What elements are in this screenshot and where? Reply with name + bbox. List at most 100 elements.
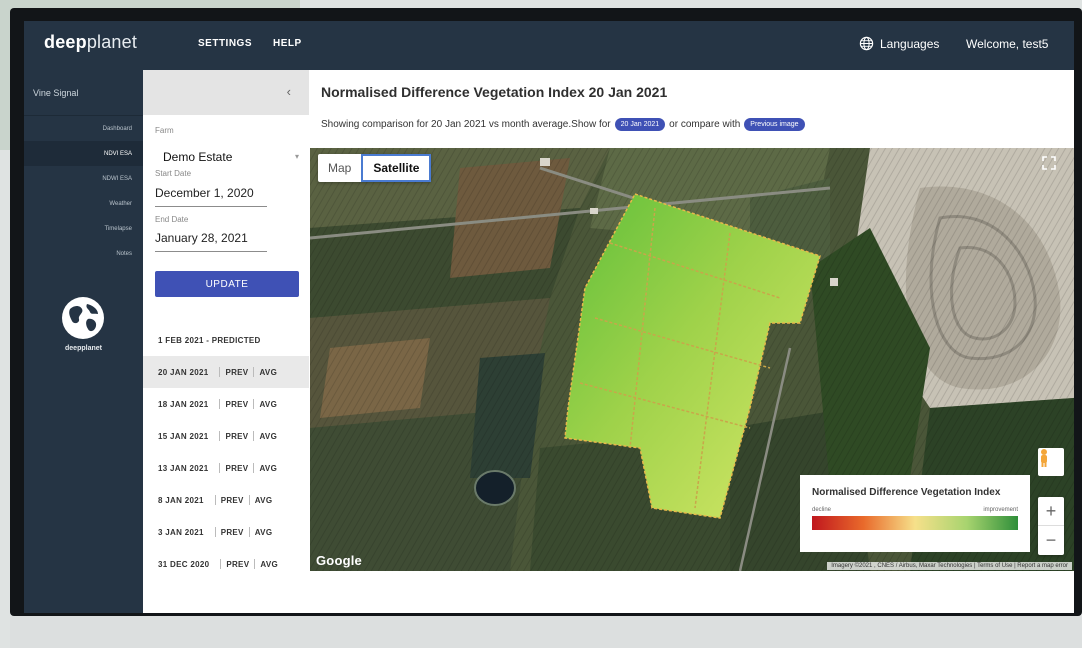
divider: [253, 399, 255, 409]
nav-help[interactable]: HELP: [273, 38, 302, 49]
avg-link[interactable]: AVG: [259, 400, 277, 409]
end-date-label: End Date: [155, 215, 189, 224]
prev-link[interactable]: PREV: [226, 560, 249, 569]
sidebar-title: Vine Signal: [24, 70, 143, 116]
farm-select[interactable]: Demo Estate: [163, 150, 232, 164]
map-attribution[interactable]: Imagery ©2021 , CNES / Airbus, Maxar Tec…: [827, 562, 1072, 570]
sidebar-item-notes[interactable]: Notes: [24, 241, 143, 266]
zoom-out-button[interactable]: −: [1038, 526, 1064, 555]
start-date-label: Start Date: [155, 169, 192, 178]
street-view-pegman-icon[interactable]: [1038, 448, 1064, 476]
date-row[interactable]: 20 JAN 2021 PREV AVG: [143, 356, 309, 388]
satellite-map[interactable]: Map Satellite + − Normalised Difference …: [310, 148, 1074, 571]
update-button[interactable]: UPDATE: [155, 271, 299, 297]
sidebar-item-ndwi-esa[interactable]: NDWI ESA: [24, 166, 143, 191]
map-type-map-button[interactable]: Map: [318, 154, 361, 182]
prev-link[interactable]: PREV: [225, 368, 248, 377]
nav-settings[interactable]: SETTINGS: [198, 38, 252, 49]
end-date-input[interactable]: January 28, 2021: [155, 231, 267, 252]
chevron-left-icon[interactable]: ‹: [287, 84, 291, 99]
date-label[interactable]: 3 JAN 2021: [158, 528, 204, 537]
prev-link[interactable]: PREV: [225, 400, 248, 409]
sidebar-item-ndvi-esa[interactable]: NDVI ESA: [24, 141, 143, 166]
avg-link[interactable]: AVG: [260, 560, 278, 569]
avg-link[interactable]: AVG: [259, 432, 277, 441]
subtitle-mid: or compare with: [669, 119, 741, 130]
date-label[interactable]: 20 JAN 2021: [158, 368, 208, 377]
logo-bold: deep: [44, 32, 87, 52]
divider: [214, 495, 216, 505]
divider: [219, 367, 221, 377]
deepplanet-globe-icon: [62, 297, 104, 339]
map-type-control: Map Satellite: [318, 154, 432, 182]
google-logo: Google: [316, 553, 362, 568]
date-row[interactable]: 18 JAN 2021 PREV AVG: [143, 388, 309, 420]
divider: [219, 463, 221, 473]
divider: [219, 431, 221, 441]
legend-color-bar: [812, 516, 1018, 530]
divider: [253, 463, 255, 473]
start-date-input[interactable]: December 1, 2020: [155, 186, 267, 207]
panel-header: ‹: [143, 70, 309, 115]
date-label[interactable]: 31 DEC 2020: [158, 560, 209, 569]
divider: [219, 399, 221, 409]
sidebar-logo-text: deepplanet: [65, 345, 102, 352]
prev-link[interactable]: PREV: [221, 528, 244, 537]
divider: [253, 367, 255, 377]
avg-link[interactable]: AVG: [255, 496, 273, 505]
divider: [220, 559, 222, 569]
divider: [254, 559, 256, 569]
prev-link[interactable]: PREV: [221, 496, 244, 505]
avg-link[interactable]: AVG: [259, 368, 277, 377]
avg-link[interactable]: AVG: [255, 528, 273, 537]
sidebar-menu: Dashboard NDVI ESA NDWI ESA Weather Timelaps…: [24, 116, 143, 266]
date-label[interactable]: 13 JAN 2021: [158, 464, 208, 473]
languages-button[interactable]: Languages: [859, 36, 939, 51]
legend-title: Normalised Difference Vegetation Index: [812, 487, 1001, 498]
predicted-date[interactable]: 1 FEB 2021 - PREDICTED: [158, 336, 261, 345]
logo-light: planet: [86, 32, 138, 52]
divider: [253, 431, 255, 441]
top-bar: deepplanet SETTINGS HELP Languages Welco…: [24, 21, 1074, 70]
caret-down-icon[interactable]: ▾: [295, 152, 299, 161]
globe-icon: [859, 36, 874, 51]
page-title: Normalised Difference Vegetation Index 2…: [321, 84, 668, 100]
date-row[interactable]: 8 JAN 2021 PREV AVG: [143, 484, 309, 516]
filter-panel: ‹ Farm Demo Estate ▾ Start Date December…: [143, 70, 309, 613]
subtitle-prefix: Showing comparison for 20 Jan 2021 vs mo…: [321, 119, 611, 130]
sidebar-item-weather[interactable]: Weather: [24, 191, 143, 216]
date-row[interactable]: 13 JAN 2021 PREV AVG: [143, 452, 309, 484]
date-label[interactable]: 18 JAN 2021: [158, 400, 208, 409]
date-row[interactable]: 31 DEC 2020 PREV AVG: [143, 548, 309, 580]
farm-label: Farm: [155, 126, 174, 135]
app-logo[interactable]: deepplanet: [44, 32, 137, 53]
date-list: 20 JAN 2021 PREV AVG 18 JAN 2021 PREV AVG 15 J…: [143, 356, 309, 580]
current-date-pill[interactable]: 20 Jan 2021: [614, 118, 666, 131]
divider: [248, 527, 250, 537]
sidebar-item-timelapse[interactable]: Timelapse: [24, 216, 143, 241]
avg-link[interactable]: AVG: [259, 464, 277, 473]
divider: [214, 527, 216, 537]
previous-image-pill[interactable]: Previous image: [744, 118, 805, 131]
date-row[interactable]: 15 JAN 2021 PREV AVG: [143, 420, 309, 452]
welcome-user[interactable]: Welcome, test5: [966, 37, 1048, 51]
sidebar: Vine Signal Dashboard NDVI ESA NDWI ESA Wea…: [24, 70, 143, 613]
app-screen: deepplanet SETTINGS HELP Languages Welco…: [24, 21, 1074, 613]
map-type-satellite-button[interactable]: Satellite: [361, 154, 432, 182]
legend-high-label: improvement: [983, 507, 1018, 513]
legend-labels: decline improvement: [812, 507, 1018, 513]
languages-label: Languages: [880, 36, 940, 51]
divider: [248, 495, 250, 505]
date-label[interactable]: 8 JAN 2021: [158, 496, 204, 505]
date-row[interactable]: 3 JAN 2021 PREV AVG: [143, 516, 309, 548]
comparison-subtitle: Showing comparison for 20 Jan 2021 vs mo…: [321, 118, 805, 131]
date-label[interactable]: 15 JAN 2021: [158, 432, 208, 441]
ndvi-legend: Normalised Difference Vegetation Index d…: [800, 475, 1030, 552]
sidebar-item-dashboard[interactable]: Dashboard: [24, 116, 143, 141]
fullscreen-icon[interactable]: [1042, 156, 1066, 180]
prev-link[interactable]: PREV: [225, 464, 248, 473]
prev-link[interactable]: PREV: [225, 432, 248, 441]
legend-low-label: decline: [812, 507, 832, 513]
zoom-in-button[interactable]: +: [1038, 497, 1064, 526]
zoom-control: + −: [1038, 497, 1064, 555]
